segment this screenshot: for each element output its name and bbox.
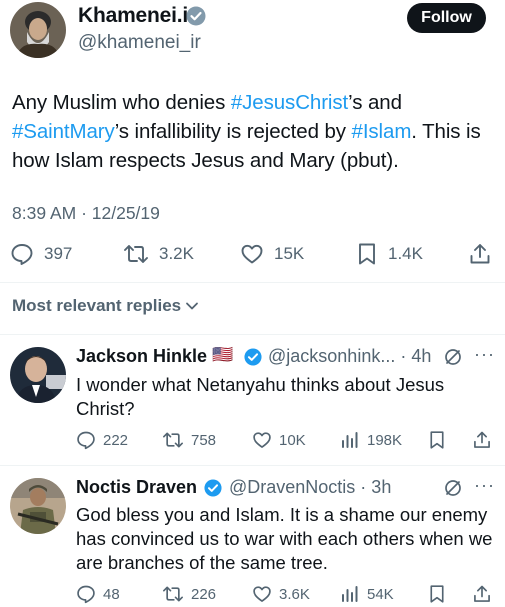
like-count: 15K (274, 244, 305, 263)
repost-count: 226 (191, 585, 217, 603)
avatar[interactable] (10, 478, 66, 534)
tweet-text: Any Muslim who denies #JesusChrist’s and… (12, 88, 500, 175)
bookmark-icon (359, 243, 375, 265)
more-icon[interactable]: ··· (474, 475, 495, 496)
verified-icon (204, 479, 222, 497)
like-icon (241, 244, 263, 264)
reply-author-name[interactable]: Noctis Draven (76, 477, 197, 498)
views-icon (342, 586, 358, 602)
reply-button[interactable]: 48 (76, 584, 120, 604)
reply-count: 397 (44, 244, 73, 263)
like-icon (253, 432, 271, 448)
replies-sort-dropdown[interactable]: Most relevant replies (12, 296, 200, 316)
views-button[interactable]: 54K (340, 584, 394, 604)
bookmark-button[interactable] (428, 584, 446, 604)
divider (0, 282, 505, 283)
share-icon (474, 585, 490, 602)
repost-count: 3.2K (159, 244, 194, 263)
reply-author-handle[interactable]: @DravenNoctis · 3h (229, 477, 391, 498)
author-name[interactable]: Khamenei.ir (78, 4, 196, 28)
reply-count: 48 (103, 585, 120, 603)
tweet-text-part: ’s infallibility is rejected by (114, 120, 352, 143)
views-count: 198K (367, 431, 403, 449)
bookmark-count: 1.4K (388, 244, 423, 263)
grok-icon[interactable] (443, 347, 463, 367)
reply-count: 222 (103, 431, 129, 449)
like-count: 10K (279, 431, 306, 449)
reply-icon (11, 244, 33, 265)
views-button[interactable]: 198K (340, 430, 402, 450)
chevron-down-icon (186, 302, 199, 310)
reply-author-handle[interactable]: @jacksonhink... · 4h (268, 346, 431, 367)
reply-text: God bless you and Islam. It is a shame o… (76, 504, 493, 573)
bookmark-icon (430, 585, 444, 603)
repost-button[interactable]: 226 (162, 584, 216, 604)
like-button[interactable]: 15K (240, 242, 304, 266)
grok-icon[interactable] (443, 478, 463, 498)
divider (0, 465, 505, 466)
like-button[interactable]: 10K (252, 430, 306, 450)
views-icon (342, 432, 358, 448)
reply-icon (77, 431, 95, 450)
share-icon (470, 244, 490, 264)
hashtag-link[interactable]: #JesusChrist (231, 91, 348, 114)
bookmark-button[interactable]: 1.4K (356, 242, 423, 266)
reply-button[interactable]: 397 (10, 242, 72, 266)
bookmark-icon (430, 431, 444, 449)
tweet-timestamp[interactable]: 8:39 AM · 12/25/19 (12, 203, 160, 224)
reply-author-name[interactable]: Jackson Hinkle (76, 346, 207, 367)
repost-icon (162, 586, 183, 602)
bookmark-button[interactable] (428, 430, 446, 450)
share-icon (474, 431, 490, 448)
repost-button[interactable]: 3.2K (123, 242, 194, 266)
verified-icon (186, 6, 206, 26)
replies-sort-label: Most relevant replies (12, 296, 182, 315)
repost-count: 758 (191, 431, 217, 449)
hashtag-link[interactable]: #Islam (352, 120, 412, 143)
more-icon[interactable]: ··· (474, 344, 495, 365)
tweet-text-part: Any Muslim who denies (12, 91, 231, 114)
share-button[interactable] (472, 430, 492, 450)
avatar[interactable] (10, 347, 66, 403)
tweet-text-part: ’s and (348, 91, 402, 114)
share-button[interactable] (472, 584, 492, 604)
verified-icon (244, 348, 262, 366)
repost-icon (162, 432, 183, 448)
like-button[interactable]: 3.6K (252, 584, 310, 604)
follow-button[interactable]: Follow (407, 3, 486, 33)
repost-icon (124, 245, 148, 263)
views-count: 54K (367, 585, 394, 603)
share-button[interactable] (468, 242, 492, 266)
like-icon (253, 586, 271, 602)
avatar[interactable] (10, 2, 66, 58)
like-count: 3.6K (279, 585, 310, 603)
author-handle[interactable]: @khamenei_ir (78, 32, 201, 54)
repost-button[interactable]: 758 (162, 430, 216, 450)
reply-icon (77, 585, 95, 604)
hashtag-link[interactable]: #SaintMary (12, 120, 115, 143)
reply-text: I wonder what Netanyahu thinks about Jes… (76, 374, 445, 419)
flag-icon: 🇺🇸 (212, 345, 234, 364)
divider (0, 334, 505, 335)
reply-button[interactable]: 222 (76, 430, 128, 450)
